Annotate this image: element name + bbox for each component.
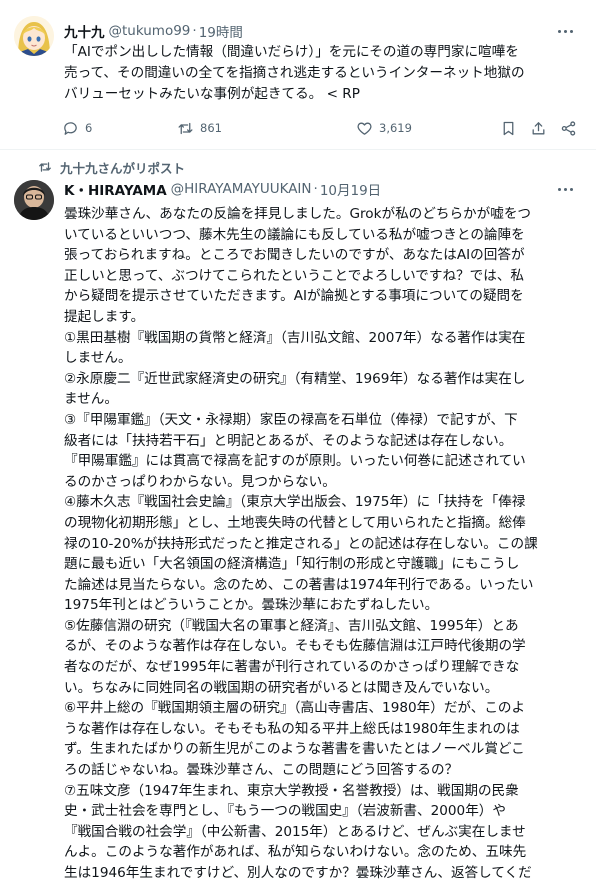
text-line: ろの話じゃないね。曇珠沙華さん、この問題にどう回答するの？ [64, 762, 459, 779]
avatar[interactable] [14, 16, 54, 56]
text-line: 1975年刊とはどういうことか。曇珠沙華におたずねしたい。 [64, 597, 439, 614]
tweet-header: K・HIRAYAMA @HIRAYAMAYUUKAIN · 10月19日 [64, 179, 381, 199]
text-line: んよ。このような著作があれば、私が知らないわけない。念のため、五味先 [64, 844, 527, 861]
text-line: ず。生まれたばかりの新生児がこのような著書を書いたとはノーベル賞どこ [64, 741, 525, 758]
text-line: ません。 [64, 391, 118, 408]
bookmark-button[interactable] [500, 117, 517, 139]
timestamp[interactable]: 10月19日 [320, 179, 381, 199]
separator-dot: · [192, 23, 197, 39]
display-name[interactable]: K・HIRAYAMA [64, 179, 167, 199]
text-line: 禄の10-20%が扶持形式だったと推定される」との記述は存在しない。この課 [64, 535, 538, 552]
like-button[interactable]: 3,619 [356, 117, 412, 139]
text-line: 『甲陽軍鑑』には貫高で禄高を記すのが原則。いったい何巻に記述されてい [64, 453, 526, 470]
text-line: るのかさっぱりわからない。見つからない。 [64, 473, 336, 490]
text-line: ⑤佐藤信淵の研究（『戦国大名の軍事と経済』、吉川弘文館、1995年）とあ [64, 617, 519, 634]
like-count: 3,619 [379, 121, 412, 135]
bookmark-icon [503, 121, 514, 135]
text-line: 正しいと思って、ぶつけてこられたということでよろしいですね？では、私 [64, 267, 525, 284]
avatar[interactable] [14, 180, 54, 220]
repost-count: 861 [200, 121, 222, 135]
text-line: 生は1946年生まれですけど、別人なのですか？曇珠沙華さん、返答してくだ [64, 865, 532, 881]
tweet-1[interactable]: 九十九 @tukumo99 · 19時間 「AIでポン出しした情報（間違いだらけ… [0, 0, 596, 150]
separator-dot: · [313, 181, 318, 197]
share-menu-button[interactable] [560, 117, 577, 139]
share-nodes-icon [561, 120, 576, 136]
text-line: 者なのだが、なぜ1995年に著書が刊行されているのかさっぱり理解できな [64, 659, 520, 676]
text-line: ②永原慶二『近世武家経済史の研究』（有精堂、1969年）なる著作は実在し [64, 370, 526, 387]
text-line: ⑦五味文彦（1947年生まれ、東京大学教授・名誉教授）は、戦国期の民衆 [64, 782, 519, 799]
text-line: ①黒田基樹『戦国期の貨幣と経済』（吉川弘文館、2007年）なる著作は実在 [64, 329, 526, 346]
repost-notice[interactable]: 九十九さんがリポスト [38, 158, 185, 176]
text-line: 売って、その間違いの全てを指摘され逃走するというインターネット地獄の [64, 65, 525, 81]
display-name[interactable]: 九十九 [64, 21, 105, 41]
tweet-header: 九十九 @tukumo99 · 19時間 [64, 21, 243, 41]
repost-icon [39, 162, 51, 172]
tweet-actions: 6 861 3,619 [62, 117, 582, 139]
timestamp[interactable]: 19時間 [199, 21, 243, 41]
text-line: ④藤木久志『戦国社会史論』（東京大学出版会、1975年）に「扶持を「俸禄 [64, 494, 526, 511]
tweet-text: 「AIでポン出しした情報（間違いだらけ）」を元にその道の専門家に喧嘩を 売って、… [64, 42, 584, 105]
text-line: 提起します。 [64, 308, 145, 325]
repost-notice-text: 九十九さんがリポスト [60, 160, 186, 176]
text-line: た論述は見当たらない。念のため、この著書は1974年刊行である。いったい [64, 576, 534, 593]
share-button[interactable] [530, 117, 547, 139]
text-line: 曇珠沙華さん、あなたの反論を拝見しました。Grokが私のどちらかが嘘をつ [64, 206, 532, 222]
upload-icon [532, 121, 545, 134]
heart-icon [357, 122, 372, 135]
text-line: いているといいつつ、藤木先生の議論にも反している私が嘘つきとの論陣を [64, 226, 525, 243]
reply-button[interactable]: 6 [62, 117, 92, 139]
text-line: バリューセットみたいな事例が起きてる。 < RP [64, 86, 360, 102]
text-line: から疑問を提示させていただきます。AIが論拠とする事項についての疑問を [64, 288, 524, 305]
repost-icon [178, 122, 193, 134]
reply-icon [64, 121, 77, 135]
user-handle[interactable]: @HIRAYAMAYUUKAIN [171, 181, 312, 197]
text-line: の現物化初期形態」とし、土地喪失時の代替として用いられたと指摘。総俸 [64, 514, 526, 531]
text-line: 張っておられますね。ところでお聞きしたいのですが、あなたはAIの回答が [64, 247, 525, 264]
text-line: 級者には「扶持若干石」と明記とあるが、そのような記述は存在しない。 [64, 432, 513, 449]
text-line: 「AIでポン出しした情報（間違いだらけ）」を元にその道の専門家に喧嘩を [64, 44, 519, 60]
repost-button[interactable]: 861 [177, 117, 222, 139]
text-line: るが、そのような著作は存在しない。そもそも佐藤信淵は江戸時代後期の学 [64, 638, 526, 655]
text-line: 題に最も近い「大名領国の経済構造」「知行制の形成と守護職」にもこうし [64, 556, 520, 573]
reply-count: 6 [85, 121, 93, 135]
tweet-text: 曇珠沙華さん、あなたの反論を拝見しました。Grokが私のどちらかが嘘をつ いてい… [64, 204, 584, 884]
text-line: 『戦国合戦の社会学』（中公新書、2015年）とあるけど、ぜんぶ実在しませ [64, 823, 526, 840]
user-handle[interactable]: @tukumo99 [109, 23, 191, 39]
text-line: うな著作は存在しない。そもそも私の知る平井上総氏は1980年生まれのは [64, 720, 520, 737]
text-line: い。ちなみに同姓同名の戦国期の研究者がいるとは聞き及んでいない。 [64, 679, 499, 696]
text-line: 史・武士社会を専門とし、『もう一つの戦国史』（岩波新書、2000年）や [64, 803, 506, 820]
text-line: しません。 [64, 350, 132, 367]
more-options-icon[interactable] [554, 179, 576, 199]
text-line: ⑥平井上総の『戦国期領主層の研究』（高山寺書店、1980年）だが、このよ [64, 700, 526, 717]
more-options-icon[interactable] [554, 21, 576, 41]
text-line: ③『甲陽軍鑑』（天文・永禄期）家臣の禄高を石単位（俸禄）で記すが、下 [64, 411, 518, 428]
